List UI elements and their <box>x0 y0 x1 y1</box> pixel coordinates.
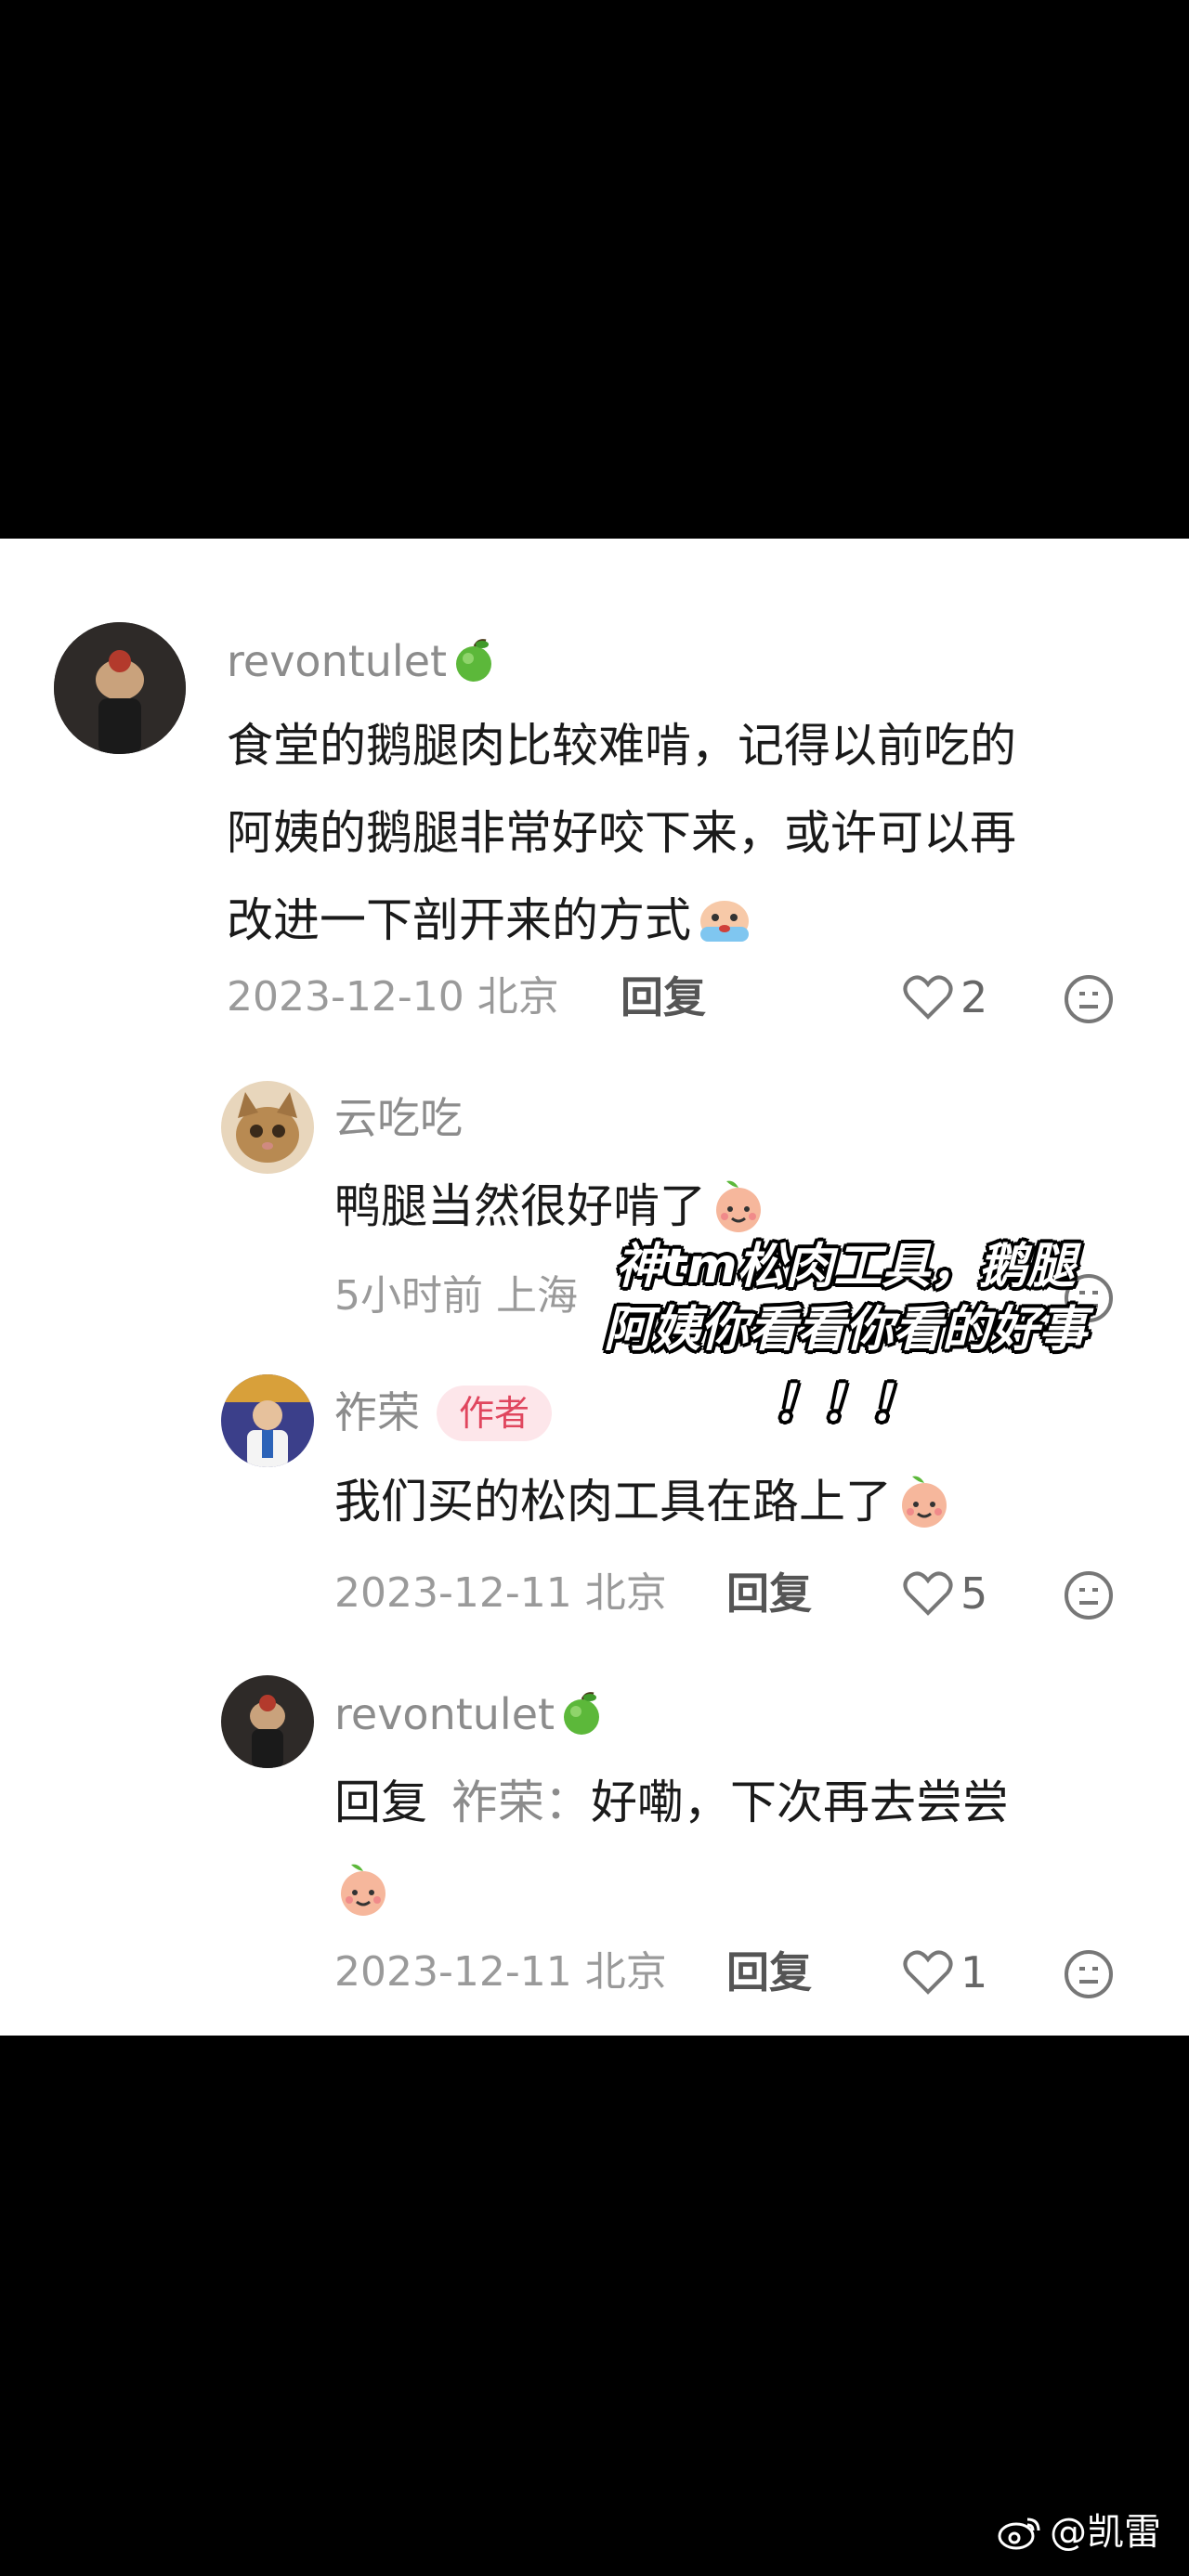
emoji-reaction-icon[interactable] <box>1063 973 1115 1025</box>
reply-target[interactable]: 祚荣： <box>451 1776 591 1829</box>
like-button[interactable]: 5 <box>903 1568 987 1620</box>
emoji-reaction-icon[interactable] <box>1063 1569 1115 1621</box>
weibo-icon <box>998 2517 1040 2550</box>
avatar[interactable] <box>221 1675 314 1768</box>
username[interactable]: 云吃吃 <box>334 1092 463 1144</box>
peach-face-sticker <box>895 1471 953 1558</box>
green-apple-icon <box>558 1690 605 1737</box>
reply-button[interactable]: 回复 <box>726 1946 812 1998</box>
like-count: 2 <box>960 972 988 1022</box>
crying-face-sticker <box>695 890 754 977</box>
avatar[interactable] <box>54 622 186 754</box>
heart-icon <box>903 975 953 1020</box>
green-apple-icon <box>451 637 497 683</box>
peach-face-sticker <box>334 1859 392 1946</box>
reply-prefix: 回复 <box>334 1776 427 1829</box>
heart-icon <box>903 1571 953 1616</box>
username[interactable]: 祚荣 作者 <box>334 1386 553 1441</box>
reply-button[interactable]: 回复 <box>621 971 706 1023</box>
emoji-reaction-icon[interactable] <box>1063 1948 1115 2000</box>
comment-text: 我们买的松肉工具在路上了 <box>334 1458 953 1558</box>
comment-text: 回复 祚荣：好嘞，下次再去尝尝 <box>334 1759 1009 1946</box>
username[interactable]: revontulet <box>334 1688 605 1740</box>
reply-button[interactable]: 回复 <box>726 1568 812 1620</box>
like-button[interactable]: 2 <box>903 971 987 1023</box>
overlay-caption: 神tm松肉工具，鹅腿 阿姨你看看你看的好事 ！！！ <box>603 1239 1087 1432</box>
comment-text: 食堂的鹅腿肉比较难啃，记得以前吃的 阿姨的鹅腿非常好咬下来，或许可以再 改进一下… <box>227 702 1016 977</box>
watermark-text: @凯雷 <box>1050 2511 1161 2554</box>
avatar[interactable] <box>221 1081 314 1174</box>
watermark: @凯雷 <box>998 2509 1161 2556</box>
avatar[interactable] <box>221 1374 314 1467</box>
date-location: 2023-12-11 北京 <box>334 1569 667 1617</box>
username[interactable]: revontulet <box>227 635 497 687</box>
heart-icon <box>903 1950 953 1995</box>
like-count: 5 <box>960 1568 988 1619</box>
like-count: 1 <box>960 1947 988 1997</box>
date-location: 5小时前 上海 <box>334 1272 578 1320</box>
date-location: 2023-12-10 北京 <box>227 973 559 1021</box>
like-button[interactable]: 1 <box>903 1946 987 1998</box>
author-badge: 作者 <box>437 1386 553 1441</box>
date-location: 2023-12-11 北京 <box>334 1948 667 1996</box>
